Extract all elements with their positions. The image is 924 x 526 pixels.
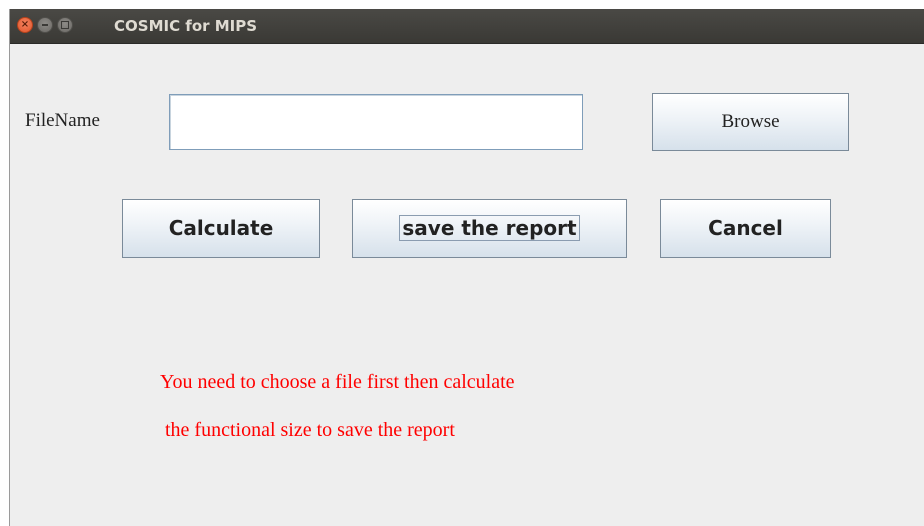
info-message-line-1: You need to choose a file first then cal… [160, 371, 515, 393]
cancel-button[interactable]: Cancel [660, 199, 831, 258]
info-message-line-2: the functional size to save the report [165, 419, 455, 441]
filename-input[interactable] [169, 94, 583, 150]
title-bar[interactable]: × COSMIC for MIPS [10, 9, 924, 44]
close-window-button[interactable]: × [17, 17, 33, 33]
save-report-button[interactable]: save the report [352, 199, 627, 258]
minimize-window-button[interactable] [37, 17, 53, 33]
app-window: × COSMIC for MIPS FileName Browse Calcul… [9, 9, 924, 526]
window-title: COSMIC for MIPS [114, 17, 258, 35]
maximize-window-button[interactable] [57, 17, 73, 33]
save-report-label: save the report [399, 215, 580, 241]
calculate-button[interactable]: Calculate [122, 199, 320, 258]
filename-label: FileName [25, 110, 100, 131]
browse-button[interactable]: Browse [652, 93, 849, 151]
